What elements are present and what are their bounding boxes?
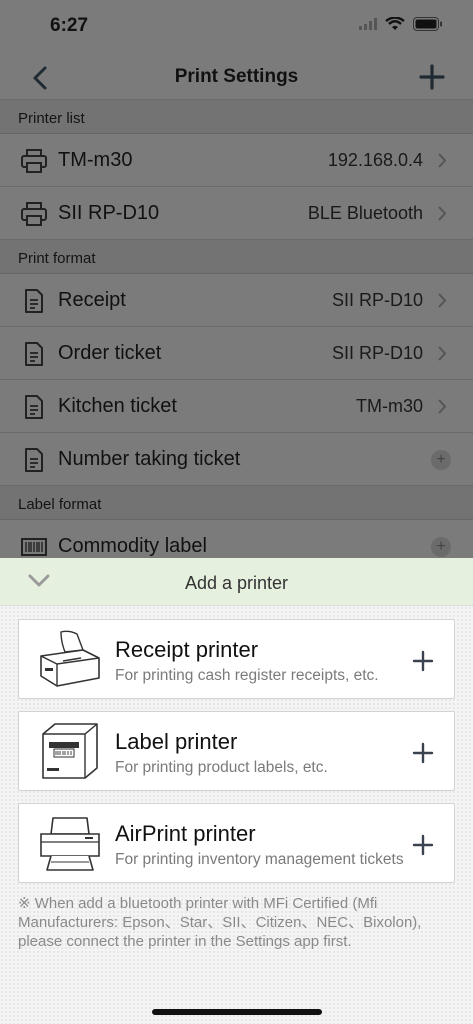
plus-icon[interactable] bbox=[412, 834, 434, 856]
page-title: Print Settings bbox=[174, 66, 299, 87]
printer-row-sii-rp-d10[interactable]: SII RP-D10 BLE Bluetooth bbox=[0, 187, 473, 240]
plus-icon[interactable] bbox=[417, 62, 447, 92]
format-row-kitchen-ticket[interactable]: Kitchen ticket TM-m30 bbox=[0, 380, 473, 433]
card-title: Receipt printer bbox=[115, 637, 259, 662]
chevron-right-icon bbox=[438, 153, 447, 168]
chevron-right-icon bbox=[438, 293, 447, 308]
document-icon bbox=[25, 289, 43, 313]
add-circle-icon[interactable]: + bbox=[431, 537, 451, 557]
format-row-order-ticket[interactable]: Order ticket SII RP-D10 bbox=[0, 327, 473, 380]
status-icons bbox=[359, 17, 443, 31]
row-value: SII RP-D10 bbox=[331, 342, 423, 363]
sheet-header: Add a printer bbox=[0, 558, 473, 606]
sheet-title: Add a printer bbox=[184, 573, 289, 593]
row-label: Receipt bbox=[58, 288, 126, 311]
add-circle-icon[interactable]: + bbox=[431, 450, 451, 470]
row-value: BLE Bluetooth bbox=[307, 202, 423, 223]
receipt-printer-card[interactable]: Receipt printer For printing cash regist… bbox=[18, 619, 455, 699]
section-header-label-format: Label format bbox=[0, 486, 473, 520]
document-icon bbox=[25, 448, 43, 472]
row-label: TM-m30 bbox=[58, 148, 133, 171]
signal-icon bbox=[359, 18, 377, 30]
row-value: 192.168.0.4 bbox=[327, 149, 423, 170]
section-header-print-format: Print format bbox=[0, 240, 473, 274]
settings-list: Printer list TM-m30 192.168.0.4 SII RP-D… bbox=[0, 100, 473, 558]
chevron-right-icon bbox=[438, 399, 447, 414]
printer-row-tm-m30[interactable]: TM-m30 192.168.0.4 bbox=[0, 134, 473, 187]
status-bar: 6:27 bbox=[0, 0, 473, 56]
home-indicator bbox=[152, 1009, 322, 1015]
card-title: AirPrint printer bbox=[115, 821, 256, 846]
chevron-right-icon bbox=[438, 346, 447, 361]
row-label: SII RP-D10 bbox=[58, 201, 160, 224]
card-title: Label printer bbox=[115, 729, 238, 754]
printer-icon bbox=[21, 149, 47, 173]
wifi-icon bbox=[385, 17, 405, 30]
format-row-receipt[interactable]: Receipt SII RP-D10 bbox=[0, 274, 473, 327]
airprint-printer-illustration bbox=[40, 817, 100, 871]
chevron-right-icon bbox=[438, 206, 447, 221]
section-header-printer-list: Printer list bbox=[0, 100, 473, 134]
row-label: Order ticket bbox=[58, 341, 162, 364]
printer-icon bbox=[21, 202, 47, 226]
plus-icon[interactable] bbox=[412, 742, 434, 764]
status-time: 6:27 bbox=[50, 15, 89, 36]
bluetooth-note: ※ When add a bluetooth printer with MFi … bbox=[18, 895, 422, 950]
card-description: For printing inventory management ticket… bbox=[115, 851, 404, 868]
label-printer-illustration bbox=[42, 723, 98, 779]
row-value: SII RP-D10 bbox=[331, 289, 423, 310]
plus-icon[interactable] bbox=[412, 650, 434, 672]
document-icon bbox=[25, 342, 43, 366]
row-label: Commodity label bbox=[58, 534, 207, 557]
row-value: TM-m30 bbox=[356, 395, 423, 416]
card-description: For printing product labels, etc. bbox=[115, 759, 328, 776]
nav-bar: Print Settings bbox=[0, 56, 473, 100]
airprint-printer-card[interactable]: AirPrint printer For printing inventory … bbox=[18, 803, 455, 883]
add-printer-sheet: Add a printer Receipt printer For printi… bbox=[0, 558, 473, 1024]
label-row-commodity-label[interactable]: Commodity label + bbox=[0, 520, 473, 558]
barcode-icon bbox=[21, 538, 47, 556]
card-description: For printing cash register receipts, etc… bbox=[115, 667, 379, 684]
receipt-printer-illustration bbox=[40, 630, 100, 687]
row-label: Number taking ticket bbox=[58, 447, 241, 470]
battery-icon bbox=[413, 17, 442, 31]
format-row-number-taking-ticket[interactable]: Number taking ticket + bbox=[0, 433, 473, 486]
label-printer-card[interactable]: Label printer For printing product label… bbox=[18, 711, 455, 791]
document-icon bbox=[25, 395, 43, 419]
row-label: Kitchen ticket bbox=[58, 394, 177, 417]
